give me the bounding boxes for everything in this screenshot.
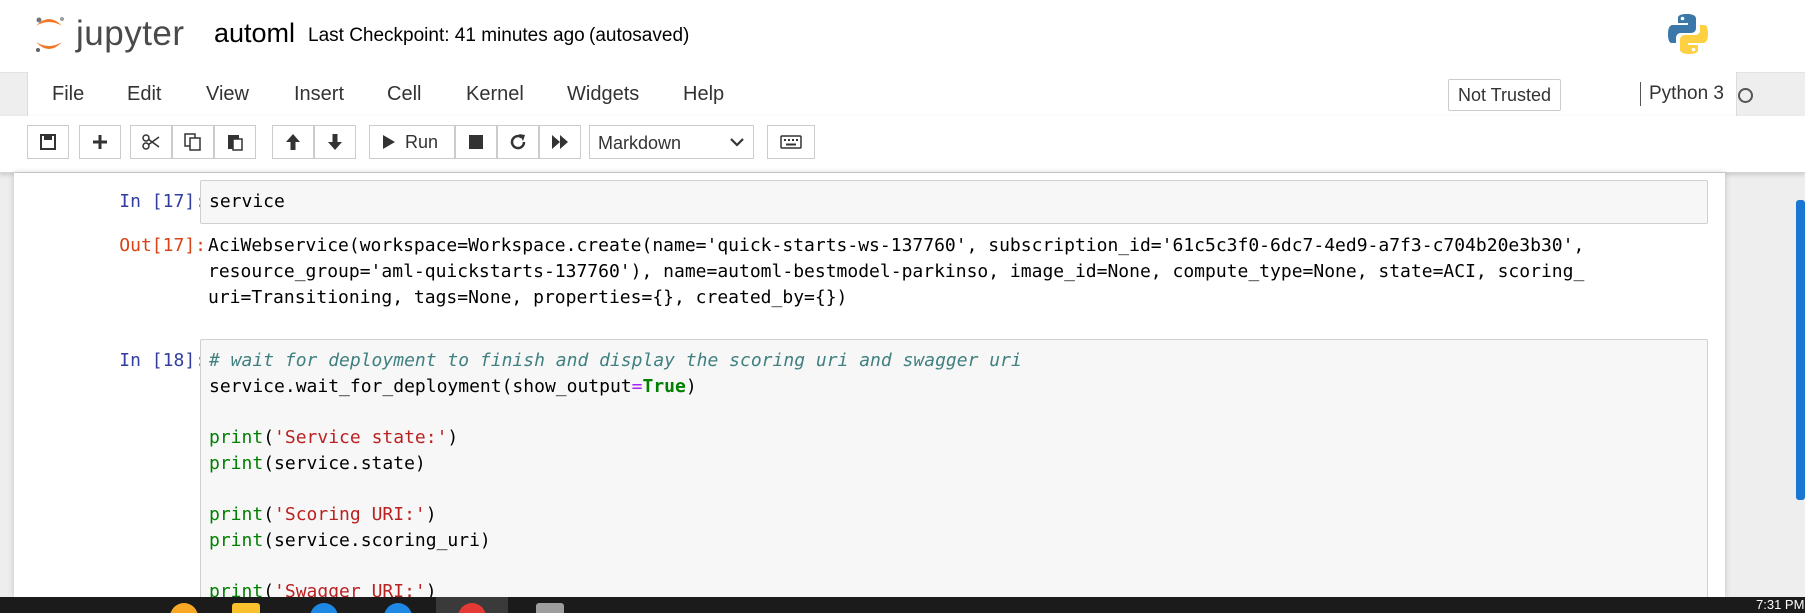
code-keyword: True (642, 376, 686, 397)
kernel-name[interactable]: Python 3 (1640, 82, 1724, 106)
code-text: service.wait_for_deployment(show_output (209, 376, 632, 397)
output-line: resource_group='aml-quickstarts-137760')… (208, 261, 1585, 282)
paste-icon (228, 135, 243, 151)
header: jupyter automl Last Checkpoint: 41 minut… (0, 0, 1805, 73)
browser-icon[interactable] (384, 603, 412, 613)
run-label: Run (405, 131, 439, 152)
taskbar: 7:31 PM (0, 597, 1805, 613)
menu-cell[interactable]: Cell (387, 83, 421, 106)
code-builtin: print (209, 504, 264, 525)
checkpoint-status: Last Checkpoint: 41 minutes ago (308, 25, 585, 46)
menu-edit[interactable]: Edit (127, 83, 161, 106)
menubar: File Edit View Insert Cell Kernel Widget… (27, 72, 1753, 117)
not-trusted-button[interactable]: Not Trusted (1448, 79, 1562, 111)
folder-icon[interactable] (232, 603, 260, 613)
arrow-up-icon (286, 134, 300, 150)
insert-cell-button[interactable] (79, 125, 121, 159)
code-line: print(service.state) (209, 453, 426, 474)
code-line: print('Swagger URI:') (209, 581, 437, 597)
code-text: ( (263, 581, 275, 597)
code-string: 'Service state:' (274, 427, 448, 448)
cut-button[interactable] (130, 125, 172, 159)
notebook-name[interactable]: automl (214, 18, 295, 49)
code-text: ) (685, 376, 697, 397)
code-builtin: print (209, 427, 264, 448)
save-button[interactable] (27, 125, 69, 159)
menu-insert[interactable]: Insert (294, 83, 344, 106)
code-input[interactable]: service (200, 180, 1708, 224)
code-line: print('Service state:') (209, 427, 458, 448)
code-line: print('Scoring URI:') (209, 504, 437, 525)
code-text: ) (425, 581, 437, 597)
restart-icon (510, 134, 526, 150)
scissors-icon (142, 134, 160, 150)
code-text: ( (263, 427, 275, 448)
menu-widgets[interactable]: Widgets (567, 83, 639, 106)
plus-icon (93, 135, 107, 149)
code-input[interactable]: # wait for deployment to finish and disp… (200, 339, 1708, 597)
menu-file[interactable]: File (52, 83, 84, 106)
command-palette-button[interactable] (767, 125, 815, 159)
jupyter-logo[interactable]: jupyter (32, 14, 185, 54)
chrome-icon[interactable] (170, 603, 198, 613)
kernel-idle-icon (1738, 88, 1753, 103)
output-line: AciWebservice(workspace=Workspace.create… (208, 235, 1585, 256)
python-logo-icon (1668, 14, 1708, 54)
run-button[interactable]: Run (369, 125, 455, 159)
code-string: 'Scoring URI:' (274, 504, 426, 525)
cell-type-value: Markdown (598, 133, 682, 153)
code-text: (service.scoring_uri) (263, 530, 491, 551)
restart-run-all-button[interactable] (539, 125, 581, 159)
code-text: ) (447, 427, 459, 448)
output-prompt: Out[17]: (119, 235, 206, 256)
code-string: 'Swagger URI:' (274, 581, 426, 597)
paste-button[interactable] (214, 125, 256, 159)
jupyter-logo-text: jupyter (76, 14, 185, 53)
toolbar: Run Markdown (0, 116, 1805, 173)
code-line: service.wait_for_deployment(show_output=… (209, 376, 697, 397)
menu-view[interactable]: View (206, 83, 249, 106)
play-icon (383, 135, 395, 149)
code-line: print(service.scoring_uri) (209, 530, 491, 551)
code-operator: = (631, 376, 643, 397)
code-builtin: print (209, 581, 264, 597)
autosave-status: (autosaved) (589, 25, 690, 46)
copy-icon (184, 133, 201, 151)
arrow-down-icon (328, 134, 342, 150)
code-comment: # wait for deployment to finish and disp… (209, 350, 1022, 371)
keyboard-icon (780, 135, 802, 149)
edge-icon[interactable] (310, 603, 338, 613)
code-builtin: print (209, 530, 264, 551)
page-scrollbar[interactable] (1796, 200, 1805, 500)
menu-help[interactable]: Help (683, 83, 724, 106)
stop-icon (469, 135, 483, 149)
code-text: ( (263, 504, 275, 525)
input-prompt: In [18]: (119, 350, 206, 371)
save-icon (40, 134, 56, 150)
chevron-down-icon (730, 138, 744, 147)
interrupt-button[interactable] (455, 125, 497, 159)
cell-type-select[interactable]: Markdown (589, 125, 754, 159)
output-line: uri=Transitioning, tags=None, properties… (208, 287, 848, 308)
app-icon[interactable] (536, 603, 564, 613)
input-prompt: In [17]: (119, 191, 206, 212)
code-builtin: print (209, 453, 264, 474)
move-up-button[interactable] (272, 125, 314, 159)
notebook-container: In [17]: service Out[17]: AciWebservice(… (14, 173, 1725, 597)
code-line: service (209, 191, 285, 212)
code-text: ) (425, 504, 437, 525)
menu-kernel[interactable]: Kernel (466, 83, 524, 106)
restart-button[interactable] (497, 125, 539, 159)
code-text: (service.state) (263, 453, 426, 474)
jupyter-logo-icon (36, 17, 64, 52)
copy-button[interactable] (172, 125, 214, 159)
fast-forward-icon (552, 135, 568, 149)
move-down-button[interactable] (314, 125, 356, 159)
clock[interactable]: 7:31 PM (1756, 597, 1804, 612)
